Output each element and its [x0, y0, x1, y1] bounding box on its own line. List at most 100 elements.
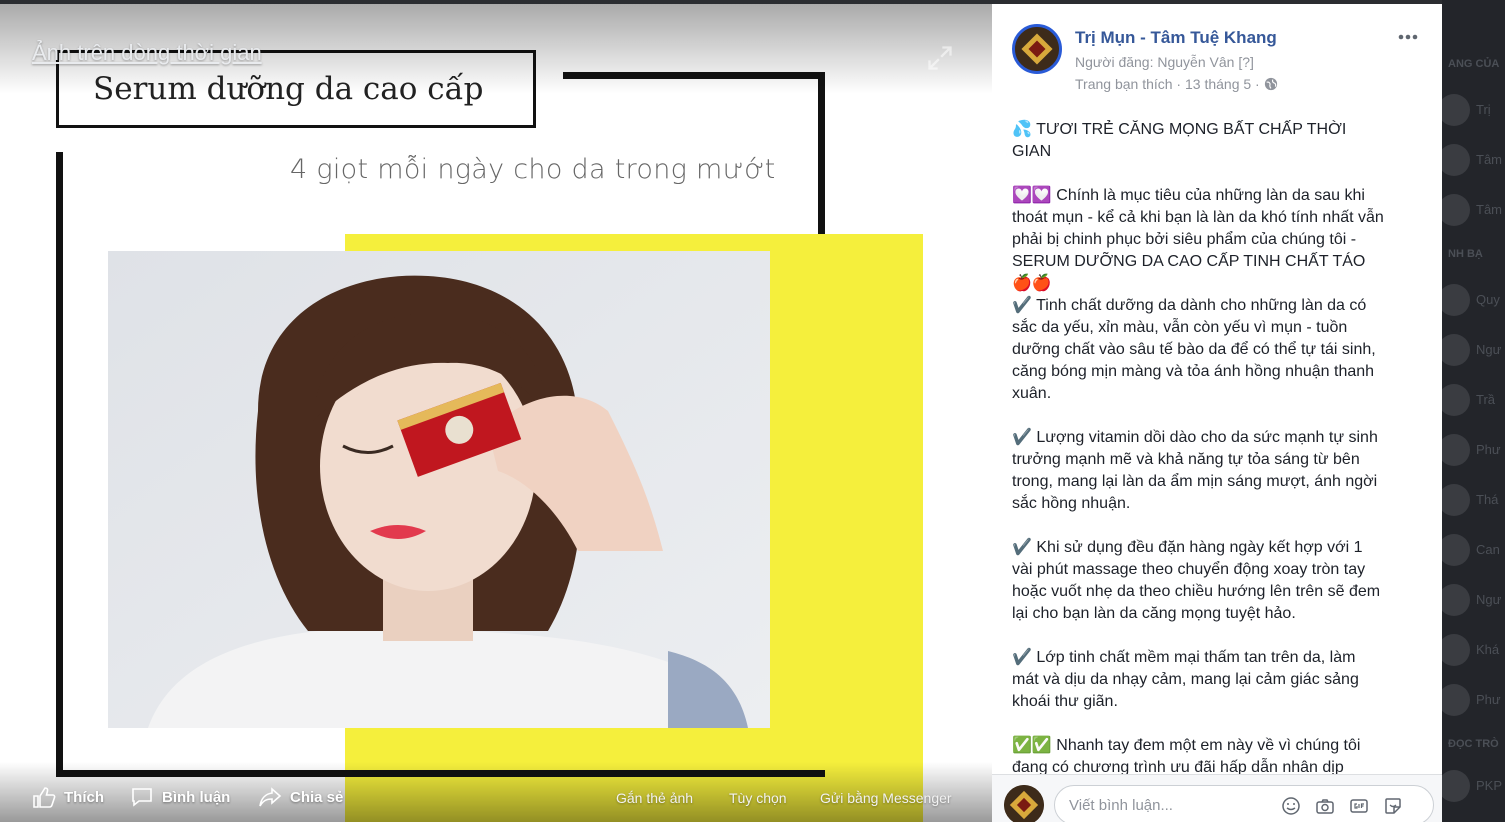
sidebar-contact: Tâm: [1442, 140, 1505, 180]
contact-name: Thá: [1476, 492, 1499, 507]
contact-name: Can: [1476, 542, 1500, 557]
text-line: trưởng mạnh mẽ và khả năng tự tỏa sáng t…: [1012, 451, 1360, 468]
contact-avatar: [1442, 484, 1470, 516]
contact-name: Khá: [1476, 642, 1500, 657]
text-line: căng bóng mịn màng và tỏa ánh hồng nhuận…: [1012, 363, 1375, 380]
like-button[interactable]: Thích: [32, 786, 104, 808]
contact-avatar: [1442, 144, 1470, 176]
sidebar-contact: Quy: [1442, 280, 1505, 320]
sidebar-contact: Tâm: [1442, 190, 1505, 230]
text-line: 💦 TƯƠI TRẺ CĂNG MỌNG BẤT CHẤP THỜI: [1012, 121, 1347, 138]
contact-name: PKP: [1476, 778, 1503, 793]
options-link[interactable]: Tùy chọn: [729, 790, 787, 806]
text-line: hoặc vuốt nhẹ da theo chiều hướng lên tr…: [1012, 583, 1381, 600]
text-line: GIAN: [1012, 143, 1052, 160]
share-label: Chia sẻ: [290, 788, 344, 806]
contact-avatar: [1442, 770, 1470, 802]
post-photo[interactable]: Serum dưỡng da cao cấp 4 giọt mỗi ngày c…: [0, 4, 992, 822]
sidebar-contact: Ngư: [1442, 330, 1505, 370]
sidebar-contact: Can: [1442, 530, 1505, 570]
contact-name: Quy: [1476, 292, 1500, 307]
text-line: lại cho bạn làn da căng mọng tuyệt hảo.: [1012, 605, 1296, 622]
post-paragraph: ✔️ Khi sử dụng đều đặn hàng ngày kết hợp…: [1012, 537, 1422, 625]
user-avatar[interactable]: [1004, 785, 1044, 822]
text-line: ✅✅ Nhanh tay đem một em này về vì chúng …: [1012, 737, 1361, 754]
share-arrow-icon: [259, 787, 282, 807]
page-name-link[interactable]: Trị Mụn - Tâm Tuệ Khang: [1075, 28, 1277, 48]
sidebar-heading: ANG CỦA: [1448, 58, 1500, 70]
text-line: sắc da yếu, xỉn màu, vẫn còn yếu vì mụn …: [1012, 319, 1348, 336]
contact-name: Ngư: [1476, 592, 1502, 607]
contact-avatar: [1442, 584, 1470, 616]
gif-icon[interactable]: [1349, 796, 1369, 816]
contact-avatar: [1442, 434, 1470, 466]
globe-icon[interactable]: [1264, 77, 1278, 91]
next-arrow-icon[interactable]: [928, 402, 968, 458]
photo-viewer: Serum dưỡng da cao cấp 4 giọt mỗi ngày c…: [0, 4, 992, 822]
comment-button[interactable]: Bình luận: [130, 786, 230, 808]
sidebar-heading: ĐỌC TRÒ: [1448, 738, 1499, 750]
portrait-illustration: [108, 251, 770, 728]
sticker-icon[interactable]: [1383, 796, 1403, 816]
more-options-icon[interactable]: [1397, 30, 1419, 44]
brand-logo-icon: [1004, 785, 1044, 822]
image-subtitle: 4 giọt mỗi ngày cho da trong mướt: [290, 154, 776, 185]
tag-photo-link[interactable]: Gắn thẻ ảnh: [616, 790, 693, 806]
contact-avatar: [1442, 194, 1470, 226]
contact-avatar: [1442, 284, 1470, 316]
comment-label: Bình luận: [162, 788, 231, 806]
comment-input[interactable]: Viết bình luận...: [1054, 785, 1434, 822]
photo-theater: Serum dưỡng da cao cấp 4 giọt mỗi ngày c…: [0, 0, 1505, 822]
share-button[interactable]: Chia sẻ: [258, 786, 343, 808]
page-avatar[interactable]: [1012, 24, 1062, 74]
post-paragraph: ✅✅ Nhanh tay đem một em này về vì chúng …: [1012, 735, 1422, 776]
text-line: SERUM DƯỠNG DA CAO CẤP TINH CHẤT TÁO: [1012, 253, 1366, 270]
sidebar-contact: Khá: [1442, 630, 1505, 670]
contact-avatar: [1442, 384, 1470, 416]
album-link[interactable]: Ảnh trên dòng thời gian: [32, 40, 262, 66]
comment-placeholder: Viết bình luận...: [1069, 797, 1173, 814]
sidebar-contact: PKP: [1442, 766, 1505, 806]
text-line: sắc hồng nhuận.: [1012, 495, 1131, 512]
post-timestamp[interactable]: Trang bạn thích · 13 tháng 5 ·: [1075, 76, 1260, 92]
text-line: 💟💟 Chính là mục tiêu của những làn da sa…: [1012, 187, 1365, 204]
emoji-icon[interactable]: [1281, 796, 1301, 816]
camera-icon[interactable]: [1315, 796, 1335, 816]
text-line: trong, mang lại làn da ẩm mịn sáng mượt,…: [1012, 473, 1378, 490]
model-portrait: [108, 251, 770, 728]
frame-line: [56, 152, 63, 777]
text-line: ✔️ Lớp tinh chất mềm mại thấm tan trên d…: [1012, 649, 1356, 666]
send-messenger-link[interactable]: Gửi bằng Messenger: [820, 790, 952, 806]
fullscreen-icon[interactable]: [926, 44, 954, 72]
contact-avatar: [1442, 94, 1470, 126]
post-paragraph: 💦 TƯƠI TRẺ CĂNG MỌNG BẤT CHẤP THỜI GIAN: [1012, 119, 1422, 163]
text-line: ✔️ Lượng vitamin dồi dào cho da sức mạnh…: [1012, 429, 1378, 446]
post-panel: Trị Mụn - Tâm Tuệ Khang Người đăng: Nguy…: [992, 4, 1442, 822]
text-line: ✔️ Khi sử dụng đều đặn hàng ngày kết hợp…: [1012, 539, 1363, 556]
contact-name: Tâm: [1476, 202, 1502, 217]
post-meta: Trang bạn thích · 13 tháng 5 ·: [1075, 76, 1278, 92]
text-line: phải bị chinh phục bởi siêu phẩm của chú…: [1012, 231, 1357, 248]
contact-name: Tâm: [1476, 152, 1502, 167]
thumbs-up-icon: [33, 787, 56, 808]
contact-avatar: [1442, 684, 1470, 716]
sidebar-contact: Thá: [1442, 480, 1505, 520]
contact-avatar: [1442, 334, 1470, 366]
comment-icon: [132, 788, 152, 807]
previous-arrow-icon[interactable]: [22, 402, 62, 458]
text-line: xuân.: [1012, 385, 1052, 402]
contact-name: Trị: [1476, 102, 1491, 117]
sidebar-contact: Phư: [1442, 680, 1505, 720]
brand-logo-icon: [1015, 27, 1059, 71]
text-line: thoát mụn - kể cả khi bạn là làn da khó …: [1012, 209, 1384, 226]
contact-name: Trầ: [1476, 392, 1496, 407]
like-label: Thích: [64, 788, 104, 806]
contact-avatar: [1442, 634, 1470, 666]
sidebar-contact: Ngư: [1442, 580, 1505, 620]
sidebar-contact: Trầ: [1442, 380, 1505, 420]
text-line: mát và dịu da nhạy cảm, mang lại cảm giá…: [1012, 671, 1359, 688]
text-line: ✔️ Tinh chất dưỡng da dành cho những làn…: [1012, 297, 1367, 314]
text-line: dưỡng chất vào sâu tế bào da để có thể t…: [1012, 341, 1376, 358]
sidebar-contact: Phư: [1442, 430, 1505, 470]
contact-avatar: [1442, 534, 1470, 566]
